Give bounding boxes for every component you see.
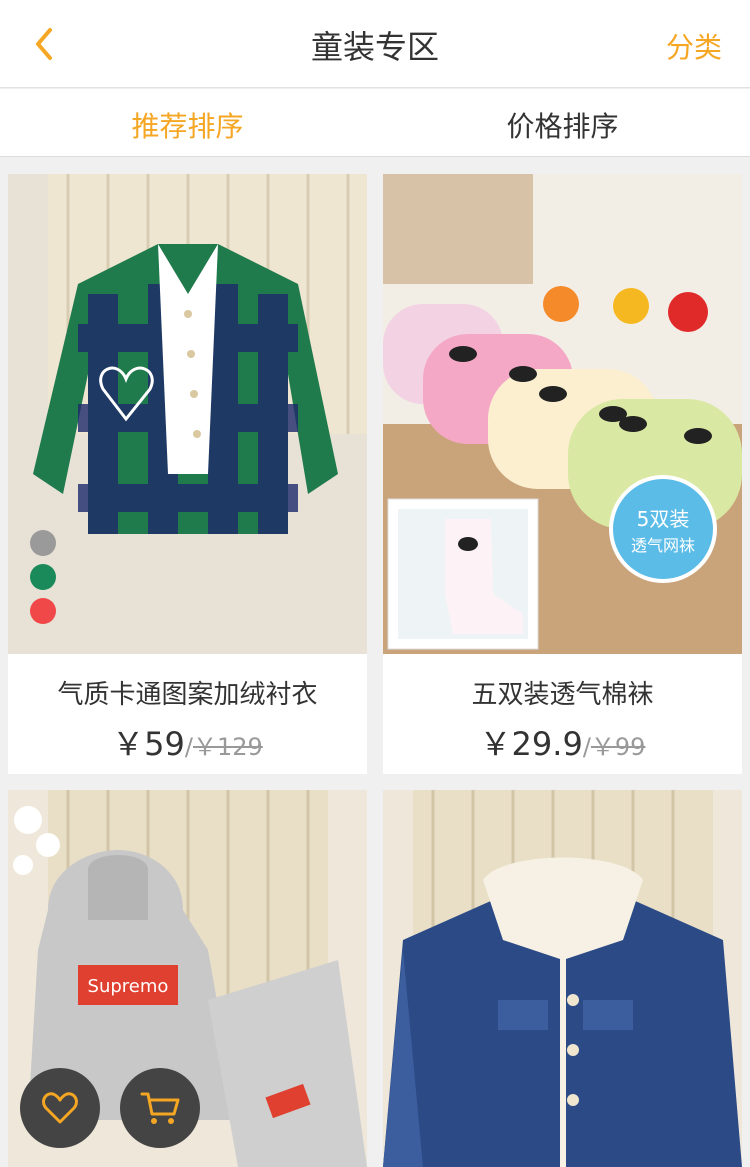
product-card[interactable] [383,790,742,1167]
current-price: ￥29.9 [479,725,583,763]
color-swatch-red[interactable] [30,598,56,624]
sort-bar: 推荐排序 价格排序 [0,89,750,157]
product-image[interactable]: 5双装 透气网袜 [383,174,742,654]
product-image[interactable] [383,790,742,1167]
price-separator: / [184,733,193,761]
category-button[interactable]: 分类 [666,26,722,66]
hoodie-logo-text: Supremo [88,976,169,997]
product-card[interactable]: 5双装 透气网袜 五双装透气棉袜 ￥29.9/￥99 [383,174,742,774]
cart-icon [140,1092,180,1124]
tab-price-sort[interactable]: 价格排序 [375,105,750,145]
heart-icon [42,1092,78,1124]
cart-button[interactable] [120,1068,200,1148]
product-image[interactable] [8,174,367,654]
page-title: 童装专区 [310,28,439,66]
original-price: ￥129 [193,733,263,761]
badge-line2: 透气网袜 [631,536,695,555]
product-card[interactable]: 气质卡通图案加绒衬衣 ￥59/￥129 [8,174,367,774]
badge-line1: 5双装 [637,507,690,531]
product-name: 气质卡通图案加绒衬衣 [57,680,318,710]
price-separator: / [582,733,591,761]
color-swatch-green[interactable] [30,564,56,590]
tab-recommended-sort[interactable]: 推荐排序 [0,105,375,145]
product-price: ￥59/￥129 [8,719,367,765]
favorite-button[interactable] [20,1068,100,1148]
current-price: ￥59 [112,725,185,763]
header-bar: 童装专区 分类 [0,0,750,88]
product-price: ￥29.9/￥99 [383,719,742,765]
original-price: ￥99 [590,733,646,761]
product-name: 五双装透气棉袜 [471,680,654,710]
color-swatch-gray[interactable] [30,530,56,556]
